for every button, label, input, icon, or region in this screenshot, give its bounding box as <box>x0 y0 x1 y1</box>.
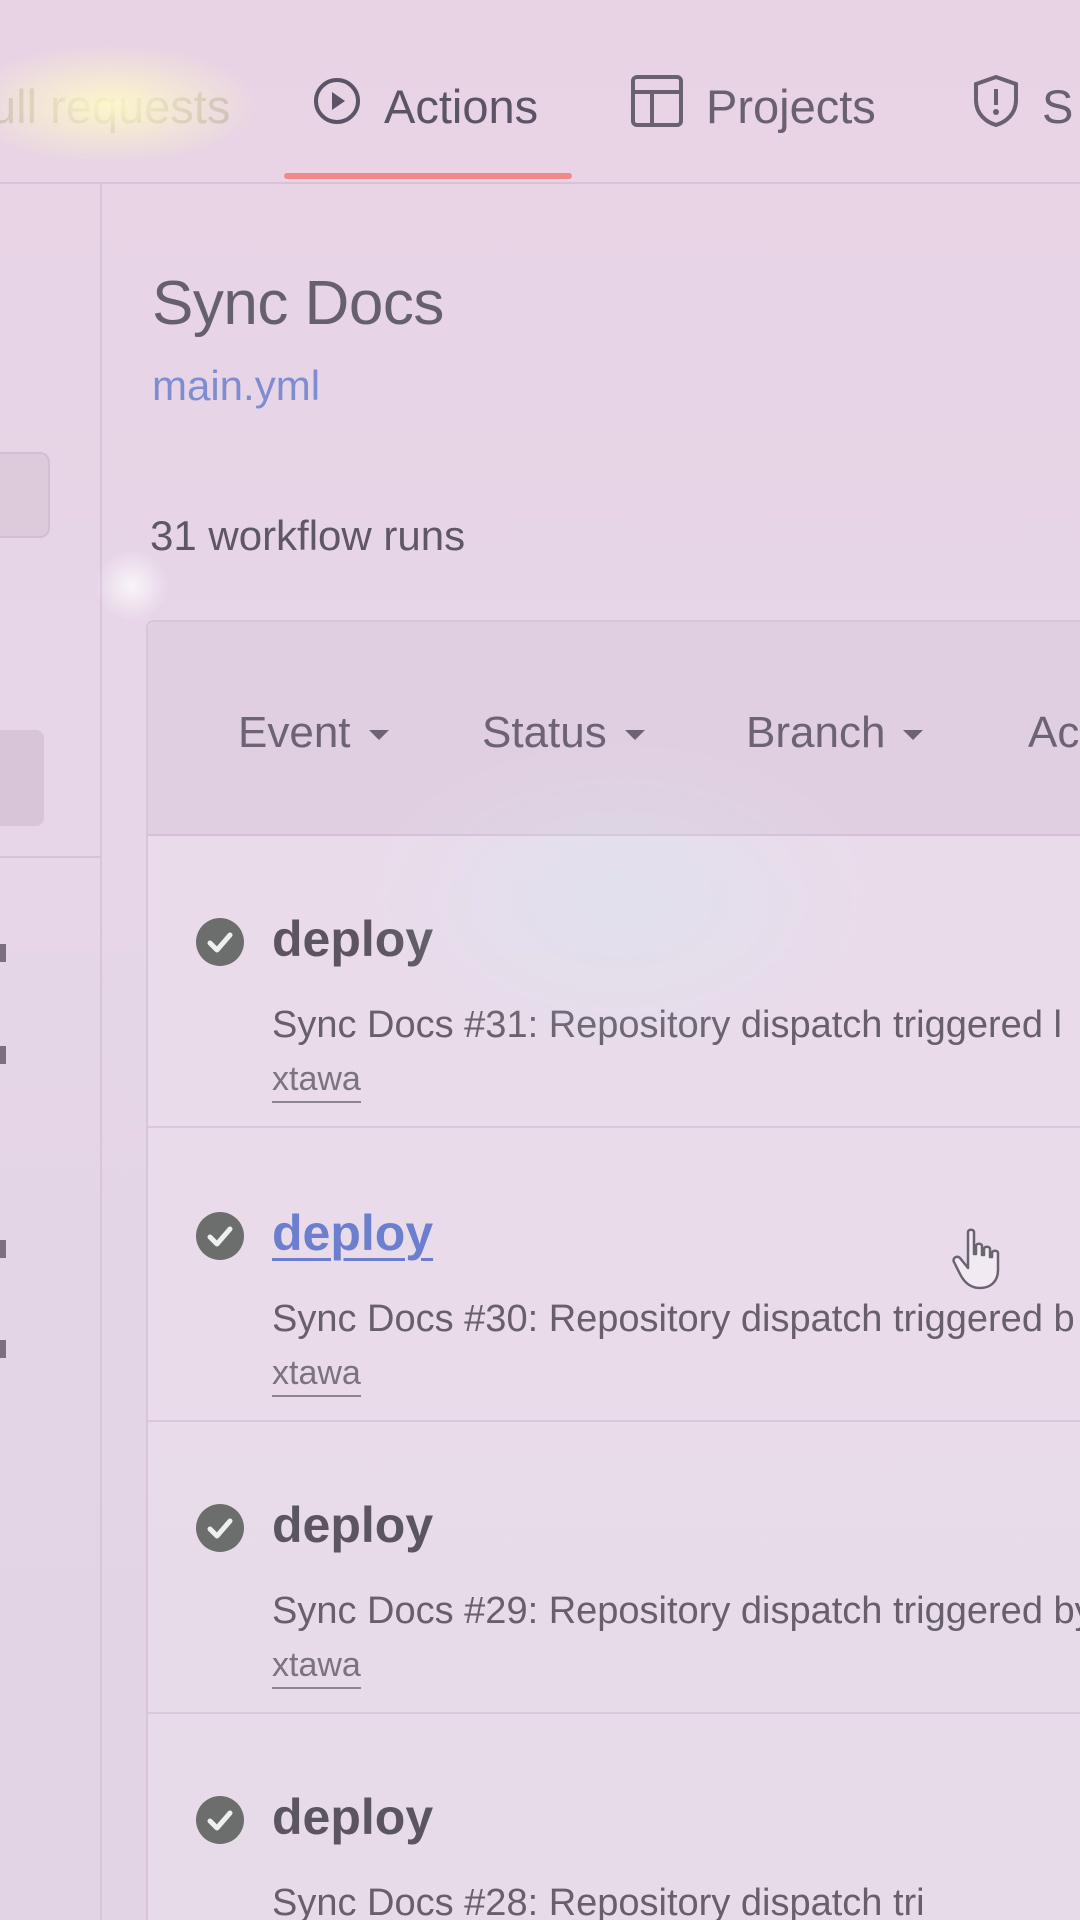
run-name-link[interactable]: deploy <box>272 1204 433 1262</box>
run-description: Sync Docs #31: Repository dispatch trigg… <box>272 1004 1062 1046</box>
tab-projects[interactable]: Projects <box>630 66 876 146</box>
run-description: Sync Docs #29: Repository dispatch trigg… <box>272 1590 1080 1632</box>
run-description: Sync Docs #30: Repository dispatch trigg… <box>272 1298 1075 1340</box>
caret-down-icon <box>903 730 924 740</box>
run-description: Sync Docs #28: Repository dispatch tri <box>272 1882 925 1920</box>
sidebar-item-marker[interactable] <box>0 1240 6 1258</box>
sidebar-divider <box>0 856 100 858</box>
tab-security[interactable]: S <box>972 66 1073 146</box>
workflow-title: Sync Docs <box>152 269 444 338</box>
run-actor-link[interactable]: xtawa <box>272 1354 361 1397</box>
tab-pull-requests[interactable]: ull requests <box>0 66 230 146</box>
workflow-run-row[interactable]: deploy Sync Docs #29: Repository dispatc… <box>148 1420 1080 1714</box>
selected-tab-indicator <box>284 173 572 179</box>
tab-security-label: S <box>1042 79 1074 133</box>
success-check-icon <box>196 1504 244 1552</box>
branch-filter-dropdown[interactable]: Branch <box>746 708 924 758</box>
sidebar-item-marker[interactable] <box>0 944 6 962</box>
run-name-link[interactable]: deploy <box>272 1788 433 1846</box>
filter-bar: Event Status Branch Ac <box>148 622 1080 836</box>
workflow-run-row[interactable]: deploy Sync Docs #28: Repository dispatc… <box>148 1712 1080 1920</box>
actions-page: ull requests Actions Projects S Sync Doc… <box>0 0 1080 1920</box>
workflow-runs-list: Event Status Branch Ac deploy Sync Docs … <box>146 620 1080 1920</box>
sidebar-item-selected[interactable] <box>0 730 44 826</box>
run-name-link[interactable]: deploy <box>272 1496 433 1554</box>
workflow-run-row[interactable]: deploy Sync Docs #31: Repository dispatc… <box>148 834 1080 1128</box>
tab-actions-label: Actions <box>384 79 539 133</box>
play-icon <box>312 76 362 137</box>
sidebar-item-marker[interactable] <box>0 1340 6 1358</box>
tab-pull-requests-label: ull requests <box>0 79 231 133</box>
status-filter-label: Status <box>482 708 607 757</box>
success-check-icon <box>196 1796 244 1844</box>
sidebar-item-marker[interactable] <box>0 1046 6 1064</box>
tab-projects-label: Projects <box>706 79 876 133</box>
caret-down-icon <box>368 730 389 740</box>
success-check-icon <box>196 918 244 966</box>
run-actor-link[interactable]: xtawa <box>272 1646 361 1689</box>
workflow-file-link[interactable]: main.yml <box>152 362 320 410</box>
actor-filter-label: Ac <box>1028 708 1080 757</box>
repo-nav: ull requests Actions Projects S <box>0 0 1080 184</box>
table-icon <box>630 74 684 139</box>
event-filter-dropdown[interactable]: Event <box>238 708 389 758</box>
hand-cursor-icon <box>950 1228 1006 1297</box>
event-filter-label: Event <box>238 708 351 757</box>
tab-actions[interactable]: Actions <box>312 66 538 146</box>
run-actor-link[interactable]: xtawa <box>272 1060 361 1103</box>
status-filter-dropdown[interactable]: Status <box>482 708 645 758</box>
workflows-sidebar <box>0 184 102 1920</box>
workflow-runs-count: 31 workflow runs <box>150 512 466 559</box>
caret-down-icon <box>624 730 645 740</box>
shield-icon <box>972 74 1020 139</box>
run-name-link[interactable]: deploy <box>272 910 433 968</box>
workflow-run-row[interactable]: deploy Sync Docs #30: Repository dispatc… <box>148 1128 1080 1422</box>
success-check-icon <box>196 1212 244 1260</box>
sidebar-button[interactable] <box>0 452 50 538</box>
actor-filter-dropdown[interactable]: Ac <box>1028 708 1079 758</box>
branch-filter-label: Branch <box>746 708 886 757</box>
